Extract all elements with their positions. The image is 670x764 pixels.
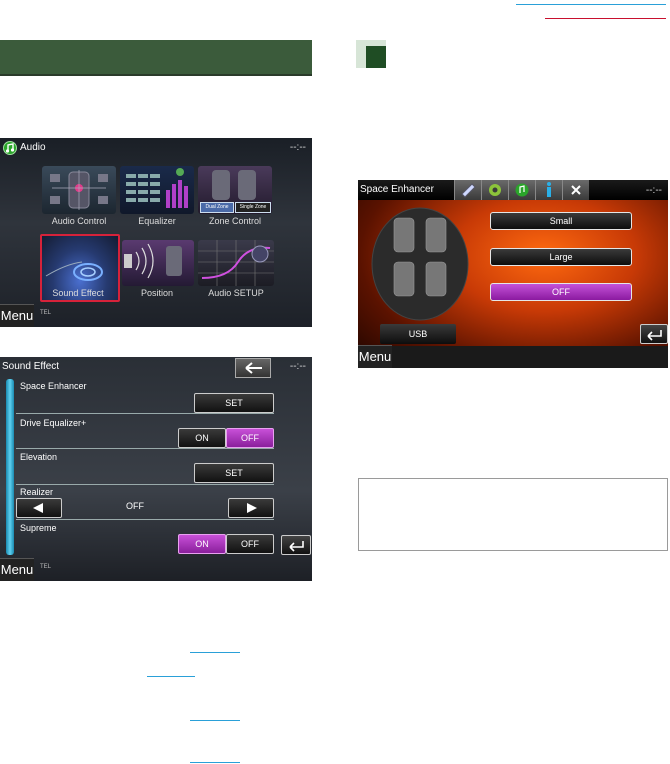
drive-equalizer-row: Drive Equalizer+ ON OFF — [16, 414, 274, 449]
single-zone-chip: Single Zone — [235, 202, 271, 213]
zone-control-tile[interactable]: Dual Zone Single Zone — [198, 166, 272, 214]
triangle-left-icon — [33, 503, 43, 513]
audio-note-icon — [515, 183, 529, 197]
supreme-off-button[interactable]: OFF — [226, 534, 274, 554]
return-button[interactable] — [281, 535, 311, 555]
section-header-bar — [0, 40, 312, 76]
drive-equalizer-label: Drive Equalizer+ — [20, 418, 87, 428]
audio-screen: Audio --:-- Audio Control Equalizer Dual… — [0, 138, 312, 327]
menu-button[interactable]: Menu — [0, 304, 34, 327]
position-icon — [124, 243, 182, 279]
audio-control-label: Audio Control — [51, 216, 107, 226]
source-usb-button[interactable]: USB — [380, 324, 456, 344]
tool-edit-button[interactable] — [454, 180, 481, 200]
equalizer-icon — [126, 168, 188, 208]
supreme-on-button[interactable]: ON — [178, 534, 226, 554]
tool-settings-button[interactable] — [481, 180, 508, 200]
close-icon — [571, 185, 581, 195]
audio-note-icon — [3, 141, 17, 155]
supreme-label: Supreme — [20, 523, 57, 533]
position-label: Position — [140, 288, 174, 298]
size-large-button[interactable]: Large — [490, 248, 632, 266]
pencil-icon — [461, 183, 476, 198]
seats-illustration-icon — [371, 207, 469, 321]
tool-info-button[interactable] — [535, 180, 562, 200]
scrollbar[interactable] — [6, 379, 14, 555]
space-enhancer-title: Space Enhancer — [360, 184, 434, 195]
drive-equalizer-off-button[interactable]: OFF — [226, 428, 274, 448]
top-rule-blue — [516, 4, 666, 5]
tool-audio-button[interactable] — [508, 180, 535, 200]
sound-effect-screen: Sound Effect --:-- Space Enhancer SET Dr… — [0, 357, 312, 581]
return-arrow-icon — [647, 330, 662, 341]
supreme-row: Supreme ON OFF — [16, 520, 274, 555]
space-enhancer-row: Space Enhancer SET — [16, 379, 274, 414]
info-icon — [547, 182, 551, 197]
page-reference-link[interactable] — [190, 720, 240, 721]
size-off-button[interactable]: OFF — [490, 283, 632, 301]
menu-button[interactable]: Menu — [358, 345, 392, 368]
realizer-prev-button[interactable] — [16, 498, 62, 518]
dual-zone-chip: Dual Zone — [200, 202, 234, 213]
tool-close-button[interactable] — [562, 180, 589, 200]
realizer-label: Realizer — [20, 487, 54, 497]
page-reference-link[interactable] — [190, 652, 240, 653]
equalizer-tile[interactable] — [120, 166, 194, 214]
tel-indicator: TEL — [40, 564, 52, 570]
page-reference-link[interactable] — [147, 676, 195, 677]
space-enhancer-footer — [358, 346, 668, 368]
arrow-left-icon — [245, 362, 262, 374]
note-box — [358, 478, 668, 551]
return-button[interactable] — [640, 324, 668, 344]
return-arrow-icon — [289, 541, 304, 552]
position-tile[interactable] — [122, 240, 194, 286]
menu-button[interactable]: Menu — [0, 558, 34, 581]
elevation-set-button[interactable]: SET — [194, 463, 274, 483]
top-rule-red — [545, 18, 666, 19]
space-enhancer-clock: --:-- — [645, 185, 662, 196]
size-small-button[interactable]: Small — [490, 212, 632, 230]
realizer-next-button[interactable] — [228, 498, 274, 518]
audio-control-tile[interactable] — [42, 166, 116, 214]
audio-title: Audio — [20, 142, 46, 153]
sound-effect-clock: --:-- — [289, 361, 306, 372]
speaker-layout-icon — [50, 170, 108, 210]
space-enhancer-screen: Space Enhancer --:-- Small Large OFF USB… — [358, 180, 668, 368]
step-marker — [356, 40, 386, 68]
sound-effect-title: Sound Effect — [2, 361, 60, 372]
realizer-row: Realizer OFF — [16, 485, 274, 520]
audio-setup-label: Audio SETUP — [208, 288, 264, 298]
audio-setup-tile[interactable] — [198, 240, 274, 286]
back-arrow-button[interactable] — [235, 358, 271, 378]
sound-effect-label: Sound Effect — [52, 288, 104, 298]
audio-statusbar: Audio --:-- — [0, 138, 312, 158]
space-enhancer-label: Space Enhancer — [20, 381, 87, 391]
zone-control-label: Zone Control — [208, 216, 262, 226]
realizer-value: OFF — [126, 501, 144, 511]
audio-clock: --:-- — [289, 142, 306, 153]
elevation-row: Elevation SET — [16, 449, 274, 485]
space-enhancer-set-button[interactable]: SET — [194, 393, 274, 413]
triangle-right-icon — [247, 503, 257, 513]
tel-indicator: TEL — [40, 310, 52, 316]
equalizer-label: Equalizer — [138, 216, 176, 226]
drive-equalizer-on-button[interactable]: ON — [178, 428, 226, 448]
gear-icon — [489, 184, 501, 196]
page-reference-link[interactable] — [190, 762, 240, 763]
elevation-label: Elevation — [20, 452, 58, 462]
audio-setup-icon — [198, 240, 274, 286]
